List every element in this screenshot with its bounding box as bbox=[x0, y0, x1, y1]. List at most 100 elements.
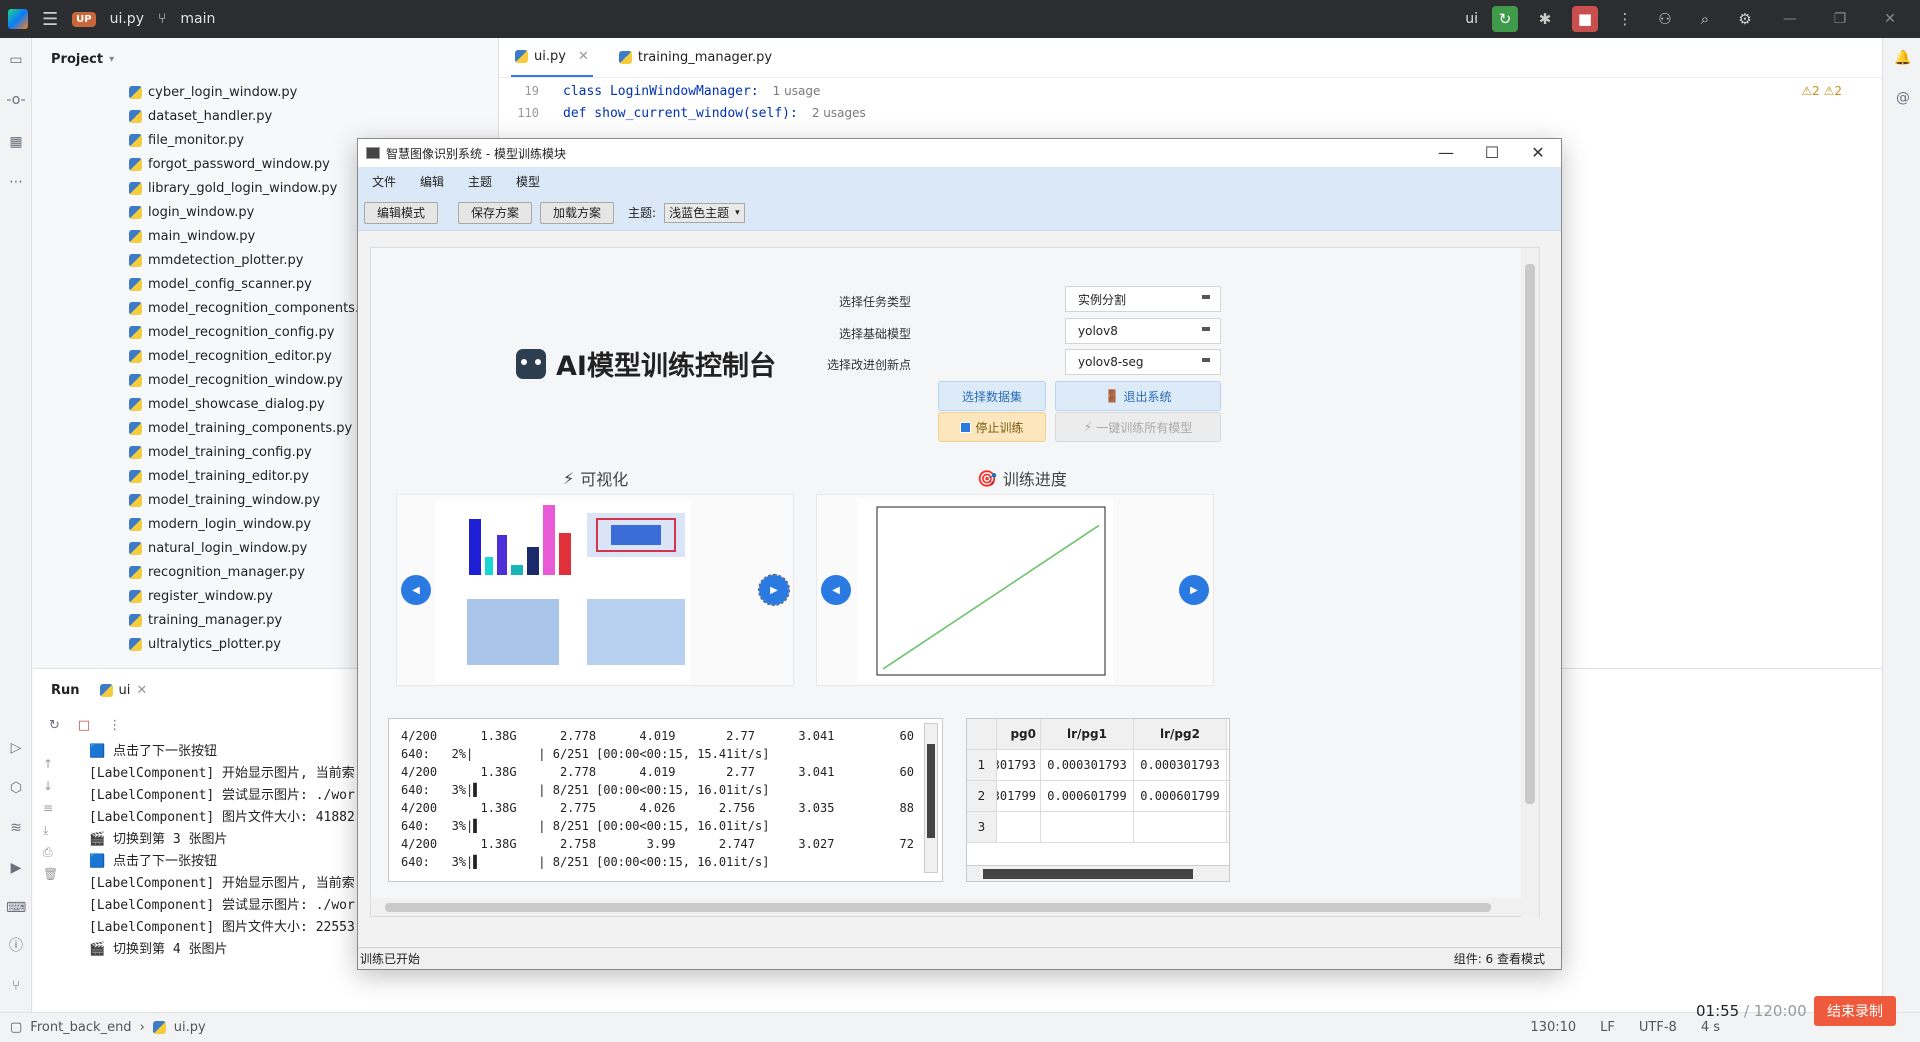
folder-icon[interactable]: ▭ bbox=[6, 50, 26, 70]
soft-wrap-icon[interactable]: ≡ bbox=[43, 801, 63, 823]
settings-icon[interactable]: ⚙ bbox=[1732, 6, 1758, 32]
project-badge[interactable]: UP bbox=[72, 11, 96, 27]
code-text[interactable]: def show_current_window(self): bbox=[563, 106, 798, 121]
visualization-image[interactable] bbox=[397, 495, 795, 687]
stop-training-button[interactable]: 停止训练 bbox=[938, 412, 1046, 442]
menu-model[interactable]: 模型 bbox=[516, 173, 540, 190]
layers-icon[interactable]: ≋ bbox=[6, 818, 26, 838]
menu-edit[interactable]: 编辑 bbox=[420, 173, 444, 190]
canvas-hscrollbar[interactable] bbox=[371, 898, 1523, 916]
print-icon[interactable]: ⎙ bbox=[43, 845, 63, 867]
maximize-icon[interactable]: ☐ bbox=[1469, 139, 1515, 167]
notifications-icon[interactable]: 🔔 bbox=[1893, 48, 1913, 68]
run-tool-icon[interactable]: ▷ bbox=[6, 738, 26, 758]
more-icon[interactable]: ⋮ bbox=[1612, 6, 1638, 32]
code-line[interactable]: 19 class LoginWindowManager: 1 usage bbox=[499, 80, 1882, 102]
table-row[interactable]: 13017930.0003017930.000301793 bbox=[967, 750, 1229, 781]
select-dataset-button[interactable]: 选择数据集 bbox=[938, 381, 1046, 411]
close-icon[interactable]: ✕ bbox=[1872, 11, 1908, 27]
stop-icon[interactable]: ■ bbox=[1572, 6, 1598, 32]
terminal-icon[interactable]: ⌨ bbox=[6, 898, 26, 918]
minimize-icon[interactable]: — bbox=[1772, 11, 1808, 27]
indent-setting[interactable]: 4 s bbox=[1701, 1020, 1720, 1035]
table-cell[interactable]: 0.000601799 bbox=[1134, 781, 1227, 811]
commit-icon[interactable]: -o- bbox=[6, 90, 26, 110]
prev-image-button[interactable]: ◀ bbox=[401, 575, 431, 605]
prev-chart-button[interactable]: ◀ bbox=[821, 575, 851, 605]
table-cell[interactable] bbox=[1041, 812, 1134, 842]
column-header[interactable]: lr/pg1 bbox=[1041, 719, 1134, 749]
table-cell[interactable] bbox=[1134, 812, 1227, 842]
next-chart-button[interactable]: ▶ bbox=[1179, 575, 1209, 605]
line-separator[interactable]: LF bbox=[1600, 1020, 1615, 1035]
close-icon[interactable]: ✕ bbox=[136, 683, 147, 698]
tab-ui-py[interactable]: ui.py ✕ bbox=[511, 37, 593, 77]
edit-mode-button[interactable]: 编辑模式 bbox=[364, 201, 439, 224]
minimize-icon[interactable]: — bbox=[1423, 139, 1469, 167]
base-model-select[interactable]: yolov8 bbox=[1065, 318, 1221, 344]
file-tree-item[interactable]: cyber_login_window.py bbox=[129, 80, 498, 104]
column-header[interactable]: lr/pg2 bbox=[1134, 719, 1227, 749]
stop-recording-button[interactable]: 结束录制 bbox=[1814, 996, 1896, 1026]
stop-icon[interactable]: □ bbox=[78, 718, 90, 733]
usage-hint[interactable]: 1 usage bbox=[773, 84, 821, 98]
canvas-vscrollbar[interactable] bbox=[1521, 248, 1539, 918]
table-cell[interactable]: 0.000601799 bbox=[1041, 781, 1134, 811]
scroll-end-icon[interactable]: ⤓ bbox=[43, 823, 63, 845]
menu-file[interactable]: 文件 bbox=[372, 173, 396, 190]
more-tools-icon[interactable]: ⋯ bbox=[6, 172, 26, 192]
problems-icon[interactable]: ⓘ bbox=[6, 936, 26, 956]
load-scheme-button[interactable]: 加载方案 bbox=[540, 201, 615, 224]
branch-name[interactable]: main bbox=[180, 11, 215, 27]
console-output[interactable]: 🟦 点击了下一张按钮 [LabelComponent] 开始显示图片, 当前索 [L… bbox=[89, 741, 355, 961]
usage-hint[interactable]: 2 usages bbox=[812, 106, 866, 120]
menu-theme[interactable]: 主题 bbox=[468, 173, 492, 190]
project-name[interactable]: ui.py bbox=[110, 11, 144, 27]
close-icon[interactable]: ✕ bbox=[1515, 139, 1561, 167]
save-scheme-button[interactable]: 保存方案 bbox=[458, 201, 533, 224]
git-icon[interactable]: ⑂ bbox=[6, 976, 26, 996]
rerun-icon[interactable]: ↻ bbox=[1492, 6, 1518, 32]
table-row[interactable]: 23017990.0006017990.000601799 bbox=[967, 781, 1229, 812]
structure-icon[interactable]: ▦ bbox=[6, 132, 26, 152]
tab-training-manager[interactable]: training_manager.py bbox=[615, 37, 776, 77]
file-tree-item[interactable]: dataset_handler.py bbox=[129, 104, 498, 128]
python-packages-icon[interactable]: ⬡ bbox=[6, 778, 26, 798]
cursor-position[interactable]: 130:10 bbox=[1530, 1020, 1576, 1035]
training-log[interactable]: 4/200 1.38G 2.778 4.019 2.77 3.041 60 640… bbox=[388, 718, 943, 882]
log-scrollbar[interactable] bbox=[924, 723, 938, 873]
ai-assistant-icon[interactable]: @ bbox=[1893, 88, 1913, 108]
code-text[interactable]: class LoginWindowManager: bbox=[563, 84, 759, 99]
table-cell[interactable] bbox=[997, 812, 1041, 842]
table-row[interactable]: 3 bbox=[967, 812, 1229, 843]
restore-icon[interactable]: ❐ bbox=[1822, 11, 1858, 27]
table-cell[interactable]: 0.000301793 bbox=[1041, 750, 1134, 780]
trash-icon[interactable]: 🗑 bbox=[43, 867, 63, 889]
breadcrumb-project[interactable]: Front_back_end bbox=[30, 1020, 131, 1035]
table-scroll-thumb[interactable] bbox=[983, 869, 1193, 879]
column-header[interactable]: pg0 bbox=[997, 719, 1041, 749]
progress-chart[interactable] bbox=[817, 495, 1215, 687]
arrow-up-icon[interactable]: ↑ bbox=[43, 757, 63, 779]
code-line[interactable]: 110 def show_current_window(self): 2 usa… bbox=[499, 102, 1882, 124]
theme-select[interactable]: 浅蓝色主题 ▾ bbox=[664, 202, 745, 223]
table-hscrollbar[interactable] bbox=[967, 865, 1229, 881]
run-panel-title[interactable]: Run bbox=[51, 683, 80, 698]
breadcrumb-file[interactable]: ui.py bbox=[174, 1020, 206, 1035]
arrow-down-icon[interactable]: ↓ bbox=[43, 779, 63, 801]
debug-icon[interactable]: ✱ bbox=[1532, 6, 1558, 32]
log-scroll-thumb[interactable] bbox=[927, 744, 935, 838]
rerun-icon[interactable]: ↻ bbox=[49, 718, 60, 733]
search-icon[interactable]: ⌕ bbox=[1692, 6, 1718, 32]
exit-system-button[interactable]: 🚪 退出系统 bbox=[1055, 381, 1221, 411]
add-user-icon[interactable]: ⚇ bbox=[1652, 6, 1678, 32]
more-icon[interactable]: ⋮ bbox=[108, 718, 121, 733]
chevron-down-icon[interactable]: ▾ bbox=[109, 54, 114, 65]
run-tab[interactable]: ui ✕ bbox=[99, 683, 147, 698]
table-cell[interactable]: 301799 bbox=[997, 781, 1041, 811]
next-image-button[interactable]: ▶ bbox=[758, 574, 790, 606]
services-icon[interactable]: ▶ bbox=[6, 858, 26, 878]
run-config-select[interactable]: ui bbox=[1465, 11, 1478, 27]
inspection-warnings[interactable]: ⚠2 ⚠2 bbox=[1801, 84, 1842, 98]
close-icon[interactable]: ✕ bbox=[578, 49, 589, 64]
